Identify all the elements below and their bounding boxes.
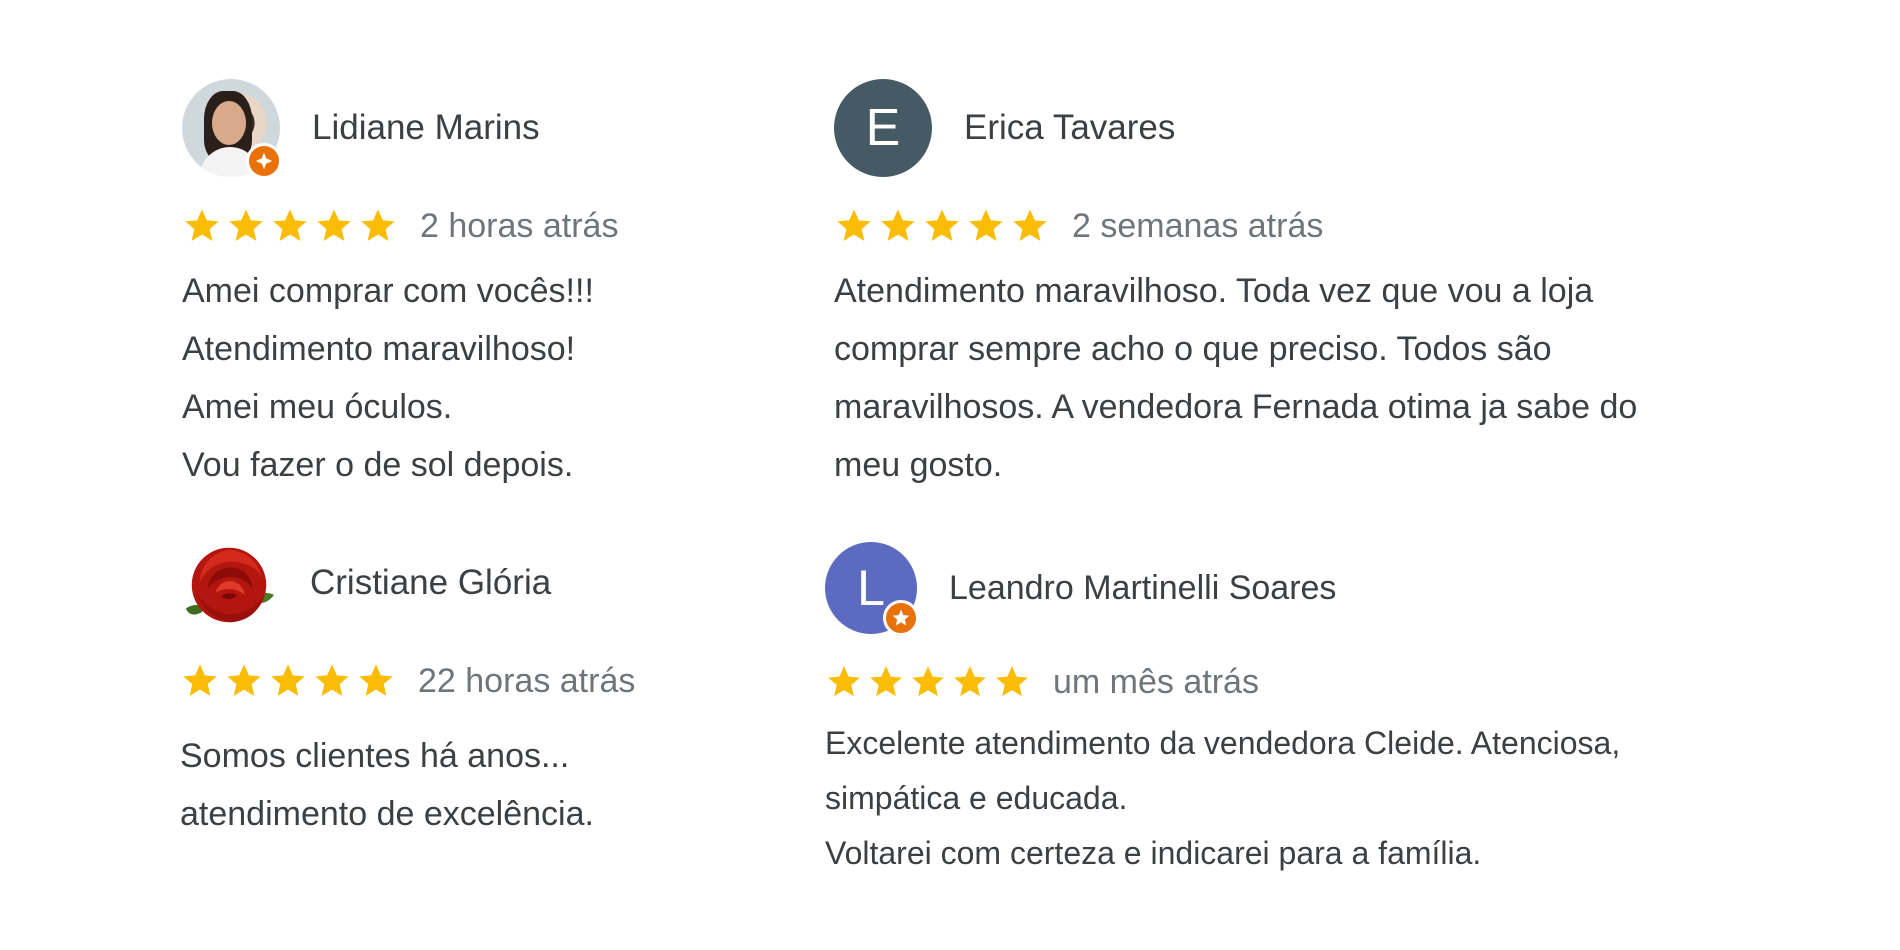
review-header: Lidiane Marins [182,78,742,179]
star-icon [183,664,217,696]
rating-row: um mês atrás [825,660,1805,704]
review-time: 2 semanas atrás [1072,206,1324,245]
review-line: Atendimento maravilhoso! [182,330,576,368]
star-icon [837,209,871,241]
avatar[interactable]: E [834,79,932,177]
review-line: Excelente atendimento da vendedora Cleid… [825,725,1621,761]
review-time: 2 horas atrás [420,206,619,245]
star-rating [180,661,400,701]
review-header: Cristiane Glória [180,533,740,633]
rating-row: 22 horas atrás [180,659,740,703]
rating-row: 2 horas atrás [182,204,742,248]
review-card: Cristiane Glória 22 horas atrás Somos cl… [180,533,740,843]
review-card: E Erica Tavares 2 semanas atrás Atendime… [834,78,1814,494]
star-icon [273,209,307,241]
review-line: atendimento de excelência. [180,795,594,833]
reviewer-name[interactable]: Erica Tavares [964,108,1175,148]
review-line: Vou fazer o de sol depois. [182,446,574,484]
review-header: E Erica Tavares [834,78,1814,178]
rating-row: 2 semanas atrás [834,204,1814,248]
star-icon [359,664,393,696]
review-text: Amei comprar com vocês!!! Atendimento ma… [182,262,742,494]
rose-icon [185,547,275,623]
star-icon [870,666,902,697]
avatar-letter: E [865,99,901,157]
review-line: Amei meu óculos. [182,388,453,426]
star-icon [828,666,860,697]
avatar[interactable] [180,534,278,632]
review-line: Atendimento maravilhoso. Toda vez que vo… [834,272,1594,310]
review-card: Lidiane Marins 2 horas atrás Amei compra… [182,78,742,494]
review-header: L Leandro Martinelli Soares [825,538,1805,638]
review-line: Somos clientes há anos... [180,737,570,775]
review-time: 22 horas atrás [418,661,636,700]
star-icon [361,209,395,241]
star-icon [954,666,986,697]
review-card: L Leandro Martinelli Soares um mês atrás… [825,538,1805,881]
reviewer-name[interactable]: Lidiane Marins [312,108,540,148]
star-rating [834,206,1054,246]
review-line: Voltarei com certeza e indicarei para a … [825,835,1482,871]
review-line: meu gosto. [834,446,1003,484]
review-line: comprar sempre acho o que preciso. Todos… [834,330,1552,368]
star-rating [825,663,1035,701]
star-icon [315,664,349,696]
reviewer-name[interactable]: Leandro Martinelli Soares [949,569,1336,608]
star-icon [881,209,915,241]
star-icon [969,209,1003,241]
local-guide-badge-icon [246,143,282,179]
local-guide-badge-icon [883,600,919,636]
star-icon [996,666,1028,697]
review-line: maravilhosos. A vendedora Fernada otima … [834,388,1638,426]
review-time: um mês atrás [1053,662,1259,701]
star-icon [317,209,351,241]
star-icon [271,664,305,696]
review-text: Atendimento maravilhoso. Toda vez que vo… [834,262,1814,494]
star-icon [227,664,261,696]
reviewer-name[interactable]: Cristiane Glória [310,563,551,603]
review-line: Amei comprar com vocês!!! [182,272,594,310]
review-text: Somos clientes há anos... atendimento de… [180,727,740,843]
star-icon [185,209,219,241]
star-rating [182,206,402,246]
star-icon [229,209,263,241]
review-line: simpática e educada. [825,780,1128,816]
star-icon [1013,209,1047,241]
review-text: Excelente atendimento da vendedora Cleid… [825,716,1805,881]
star-icon [925,209,959,241]
avatar[interactable] [182,79,282,179]
avatar[interactable]: L [825,542,919,636]
star-icon [912,666,944,697]
